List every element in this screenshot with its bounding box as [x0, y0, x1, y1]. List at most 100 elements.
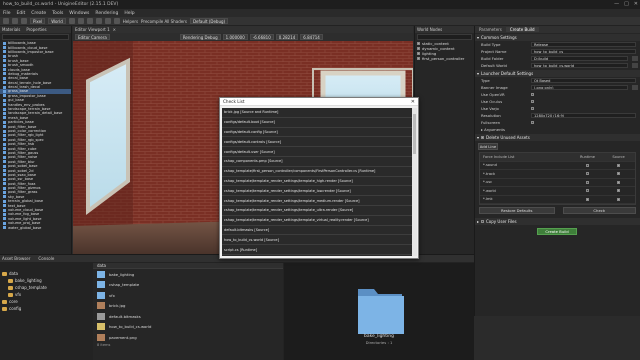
node-enabled-checkbox[interactable]	[417, 57, 420, 60]
browse-banner-button[interactable]	[632, 84, 638, 91]
source-checkbox[interactable]	[617, 180, 620, 184]
tree-item-bake-lighting[interactable]: bake_lighting	[0, 277, 90, 284]
world-node-item[interactable]: first_person_controller	[415, 56, 474, 61]
undo-icon[interactable]	[3, 18, 9, 24]
delete-unused-checkbox[interactable]	[481, 136, 485, 139]
tab-asset-browser[interactable]: Asset Browser	[2, 256, 30, 261]
redo-icon[interactable]	[12, 18, 18, 24]
banner-image-input[interactable]: (.png only)	[531, 84, 628, 91]
list-item[interactable]: bake_lighting	[93, 269, 283, 280]
browse-world-button[interactable]	[632, 62, 638, 69]
play-icon[interactable]	[113, 18, 120, 24]
grid-icon[interactable]	[104, 18, 111, 24]
menu-file[interactable]: File	[3, 11, 11, 16]
node-enabled-checkbox[interactable]	[417, 47, 420, 50]
dialog-scrollbar[interactable]	[412, 108, 417, 256]
node-enabled-checkbox[interactable]	[417, 52, 420, 55]
copy-user-files-section[interactable]: ▸ Copy User Files	[475, 218, 640, 225]
close-icon[interactable]: ✕	[411, 99, 415, 105]
list-item[interactable]: default.bitmasks	[93, 311, 283, 322]
default-world-input[interactable]: how_to_build_cs.world	[531, 62, 628, 69]
delete-unused-section[interactable]: ▾ Delete Unused Assets	[475, 134, 640, 141]
coord-z-field[interactable]: 6.84714	[300, 34, 323, 40]
add-line-button[interactable]: Add Line	[478, 143, 498, 150]
snap-icon[interactable]	[95, 18, 102, 24]
restore-defaults-button[interactable]: Restore Defaults	[479, 207, 555, 214]
save-icon[interactable]	[21, 18, 27, 24]
resolution-combo[interactable]: 1280x720 (16:9)	[531, 112, 636, 119]
fullscreen-checkbox[interactable]	[531, 121, 534, 124]
build-folder-input[interactable]: D:/build	[531, 55, 628, 62]
close-viewport-icon[interactable]: ×	[113, 27, 116, 32]
tree-item-vfx[interactable]: vfx	[0, 291, 90, 298]
tab-materials[interactable]: Materials	[2, 27, 20, 32]
runtime-checkbox[interactable]	[586, 172, 589, 176]
tab-properties[interactable]: Properties	[26, 27, 46, 32]
build-type-combo[interactable]: Release	[531, 41, 636, 48]
space-combo[interactable]: World	[48, 18, 66, 24]
varjo-checkbox[interactable]	[531, 107, 534, 110]
copy-user-files-checkbox[interactable]	[481, 220, 485, 223]
source-checkbox[interactable]	[617, 189, 620, 193]
menu-edit[interactable]: Edit	[17, 11, 26, 16]
runtime-checkbox[interactable]	[586, 197, 589, 201]
menu-help[interactable]: Help	[124, 11, 134, 16]
menu-create[interactable]: Create	[31, 11, 46, 16]
camera-combo[interactable]: Editor Camera	[75, 34, 110, 40]
menu-tools[interactable]: Tools	[52, 11, 63, 16]
include-pattern-field[interactable]: *.sound	[480, 163, 572, 167]
rotate-icon[interactable]	[77, 18, 84, 24]
runtime-checkbox[interactable]	[586, 180, 589, 184]
rendering-debug-combo[interactable]: Rendering Debug	[179, 34, 221, 40]
include-pattern-field[interactable]: *.usc	[480, 180, 572, 184]
helpers-toggle[interactable]: Helpers	[123, 19, 138, 24]
tab-create-build[interactable]: Create Build	[505, 27, 539, 32]
selection-mode-combo[interactable]: Pixel	[30, 18, 46, 24]
materials-search-input[interactable]	[2, 34, 69, 40]
camera-speed-field[interactable]: 1.000000	[222, 34, 248, 40]
menu-rendering[interactable]: Rendering	[95, 11, 118, 16]
list-item[interactable]: pavement.png	[93, 332, 283, 343]
source-checkbox[interactable]	[617, 172, 620, 176]
world-nodes-search[interactable]	[417, 34, 472, 40]
list-item[interactable]: water_global_base	[0, 225, 71, 230]
source-checkbox[interactable]	[617, 163, 620, 167]
include-pattern-field[interactable]: *.track	[480, 172, 572, 176]
close-window-button[interactable]: ✕	[634, 1, 638, 7]
launcher-section[interactable]: ▾ Launcher Default Settings	[475, 70, 640, 77]
precompile-shaders[interactable]: Precompile All Shaders	[141, 19, 187, 24]
list-item[interactable]: how_to_build_cs.world	[93, 322, 283, 333]
include-pattern-field[interactable]: *.lmk	[480, 197, 572, 201]
tree-item-core[interactable]: core	[0, 298, 90, 305]
node-enabled-checkbox[interactable]	[417, 42, 420, 45]
launcher-type-combo[interactable]: Qt Based	[531, 77, 636, 84]
create-build-button[interactable]: Create Build	[537, 228, 577, 235]
list-item[interactable]: cshap_template	[93, 280, 283, 291]
menu-windows[interactable]: Windows	[69, 11, 89, 16]
runtime-checkbox[interactable]	[586, 163, 589, 167]
debug-config-combo[interactable]: Default (Debug)	[189, 18, 229, 24]
source-checkbox[interactable]	[617, 197, 620, 201]
tab-console[interactable]: Console	[38, 256, 54, 261]
tree-item-data[interactable]: data	[0, 270, 90, 277]
oculus-checkbox[interactable]	[531, 100, 534, 103]
browse-folder-button[interactable]	[632, 55, 638, 62]
check-button[interactable]: Check	[562, 207, 636, 214]
scrollbar-thumb[interactable]	[413, 114, 416, 154]
openvr-checkbox[interactable]	[531, 93, 534, 96]
tree-item-config[interactable]: config	[0, 305, 90, 312]
scale-icon[interactable]	[86, 18, 93, 24]
list-item[interactable]: vfx	[93, 290, 283, 301]
list-item[interactable]: brick.jpg	[93, 301, 283, 312]
include-pattern-field[interactable]: *.world	[480, 189, 572, 193]
tab-parameters[interactable]: Parameters	[475, 27, 506, 32]
tree-item-cshap-template[interactable]: cshap_template	[0, 284, 90, 291]
arguments-row[interactable]: ▸ Arguments	[475, 126, 640, 133]
minimize-button[interactable]: —	[614, 1, 619, 7]
project-name-input[interactable]: how_to_build_cs	[531, 48, 636, 55]
coord-y-field[interactable]: 0.28214	[275, 34, 299, 40]
tab-editor-viewport[interactable]: Editor Viewport 1	[75, 27, 110, 32]
move-icon[interactable]	[68, 18, 75, 24]
runtime-checkbox[interactable]	[586, 189, 589, 193]
common-settings-section[interactable]: ▾ Common Settings	[475, 34, 640, 41]
